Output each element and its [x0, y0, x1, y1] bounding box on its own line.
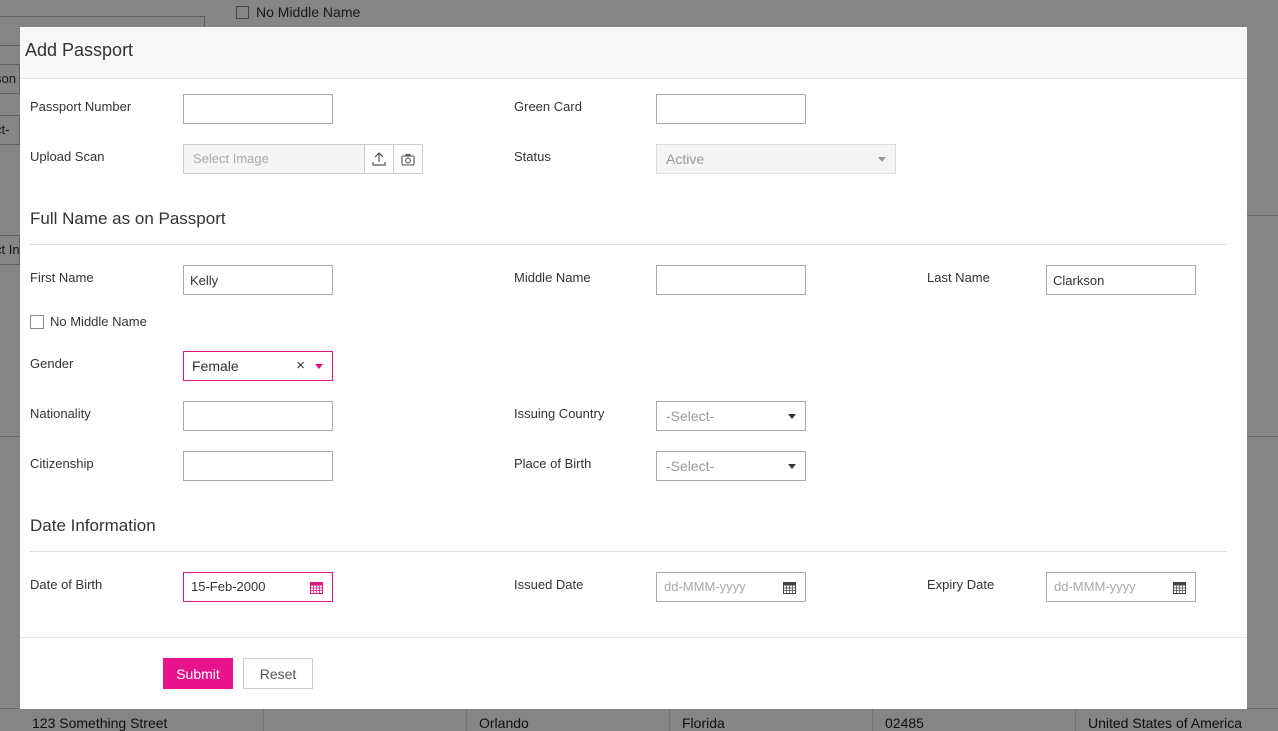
submit-button[interactable]: Submit — [163, 658, 233, 689]
upload-icon — [372, 152, 386, 166]
passport-number-label: Passport Number — [30, 99, 132, 114]
status-select[interactable]: Active — [656, 144, 896, 174]
dob-label: Date of Birth — [30, 577, 103, 592]
last-name-input[interactable] — [1046, 265, 1196, 295]
caret-down-icon — [788, 464, 796, 469]
place-of-birth-label: Place of Birth — [514, 456, 592, 471]
camera-button[interactable] — [393, 145, 422, 173]
upload-scan-label: Upload Scan — [30, 149, 105, 164]
caret-down-icon — [788, 414, 796, 419]
caret-down-icon — [315, 364, 323, 369]
calendar-icon[interactable] — [783, 581, 796, 594]
gender-value: Female — [192, 358, 239, 374]
clear-icon[interactable]: × — [296, 357, 305, 374]
modal-title: Add Passport — [25, 40, 134, 60]
issuing-country-label: Issuing Country — [514, 406, 605, 421]
status-value: Active — [666, 151, 705, 167]
nationality-input[interactable] — [183, 401, 333, 431]
citizenship-input[interactable] — [183, 451, 333, 481]
footer-divider — [20, 637, 1247, 638]
expiry-date-placeholder: dd-MMM-yyyy — [1054, 579, 1136, 594]
camera-icon — [401, 153, 415, 166]
dob-value: 15-Feb-2000 — [191, 579, 266, 594]
expiry-date-label: Expiry Date — [927, 577, 995, 592]
place-of-birth-select[interactable]: -Select- — [656, 451, 806, 481]
issued-date-input[interactable]: dd-MMM-yyyy — [656, 572, 806, 602]
middle-name-input[interactable] — [656, 265, 806, 295]
issued-date-placeholder: dd-MMM-yyyy — [664, 579, 746, 594]
first-name-label: First Name — [30, 270, 94, 285]
calendar-icon[interactable] — [1173, 581, 1186, 594]
upload-button[interactable] — [364, 145, 393, 173]
upload-scan-field[interactable]: Select Image — [183, 144, 423, 174]
section-divider — [30, 244, 1227, 245]
issued-date-label: Issued Date — [514, 577, 584, 592]
last-name-label: Last Name — [927, 270, 990, 285]
no-middle-name-checkbox[interactable] — [30, 315, 44, 329]
modal-header: Add Passport — [20, 27, 1247, 79]
expiry-date-input[interactable]: dd-MMM-yyyy — [1046, 572, 1196, 602]
calendar-icon[interactable] — [310, 581, 323, 594]
middle-name-label: Middle Name — [514, 270, 591, 285]
no-middle-name-label: No Middle Name — [50, 314, 147, 329]
citizenship-label: Citizenship — [30, 456, 94, 471]
status-label: Status — [514, 149, 551, 164]
issuing-country-value: -Select- — [666, 408, 715, 424]
issuing-country-select[interactable]: -Select- — [656, 401, 806, 431]
passport-number-input[interactable] — [183, 94, 333, 124]
date-section-title: Date Information — [30, 516, 156, 535]
gender-label: Gender — [30, 356, 74, 371]
green-card-label: Green Card — [514, 99, 582, 114]
place-of-birth-value: -Select- — [666, 458, 715, 474]
add-passport-modal: Add Passport Passport Number Green Card … — [20, 27, 1247, 709]
section-divider — [30, 551, 1227, 552]
gender-select[interactable]: Female × — [183, 351, 333, 381]
dob-input[interactable]: 15-Feb-2000 — [183, 572, 333, 602]
caret-down-icon — [878, 157, 886, 162]
first-name-input[interactable] — [183, 265, 333, 295]
upload-placeholder: Select Image — [193, 151, 269, 166]
green-card-input[interactable] — [656, 94, 806, 124]
nationality-label: Nationality — [30, 406, 91, 421]
reset-button[interactable]: Reset — [243, 658, 313, 689]
full-name-section-title: Full Name as on Passport — [30, 209, 226, 228]
